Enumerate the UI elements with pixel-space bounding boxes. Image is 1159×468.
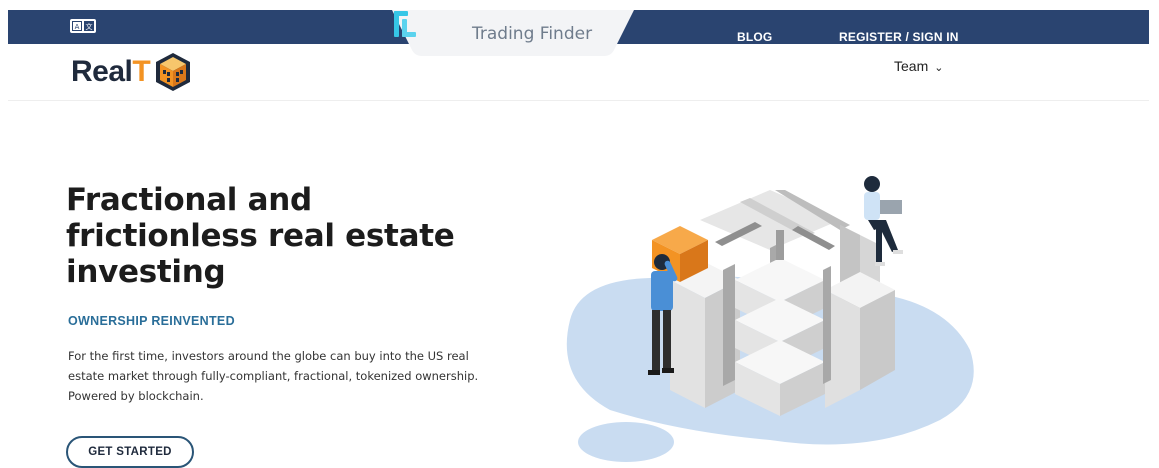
hero-illustration xyxy=(566,176,974,462)
trading-finder-watermark: Trading Finder xyxy=(392,10,634,56)
lang-a-glyph: A xyxy=(72,21,82,31)
team-dropdown[interactable]: Team ⌄ xyxy=(894,58,943,74)
hero-description: For the first time, investors around the… xyxy=(68,349,479,403)
logo-wordmark: RealT xyxy=(71,55,151,89)
logo-text-accent: T xyxy=(132,55,151,88)
chevron-down-icon: ⌄ xyxy=(934,62,944,74)
hero-eyebrow: OWNERSHIP REINVENTED xyxy=(68,314,235,328)
get-started-button[interactable]: GET STARTED xyxy=(66,436,194,468)
nav-blog-link[interactable]: BLOG xyxy=(737,30,772,44)
lang-b-glyph: 文 xyxy=(84,21,94,31)
hero-title: Fractional and frictionless real estate … xyxy=(66,182,455,290)
logo-text-main: Real xyxy=(71,55,133,88)
trading-finder-logo-icon xyxy=(394,11,416,37)
language-switch-icon[interactable]: A 文 xyxy=(70,19,96,33)
trading-finder-label: Trading Finder xyxy=(472,24,593,44)
cube-house-icon xyxy=(156,53,191,91)
cube-grid xyxy=(670,190,895,416)
realt-logo[interactable]: RealT xyxy=(71,50,194,94)
team-label: Team xyxy=(894,58,929,74)
header-divider xyxy=(8,100,1149,101)
nav-register-signin-link[interactable]: REGISTER / SIGN IN xyxy=(839,30,959,44)
